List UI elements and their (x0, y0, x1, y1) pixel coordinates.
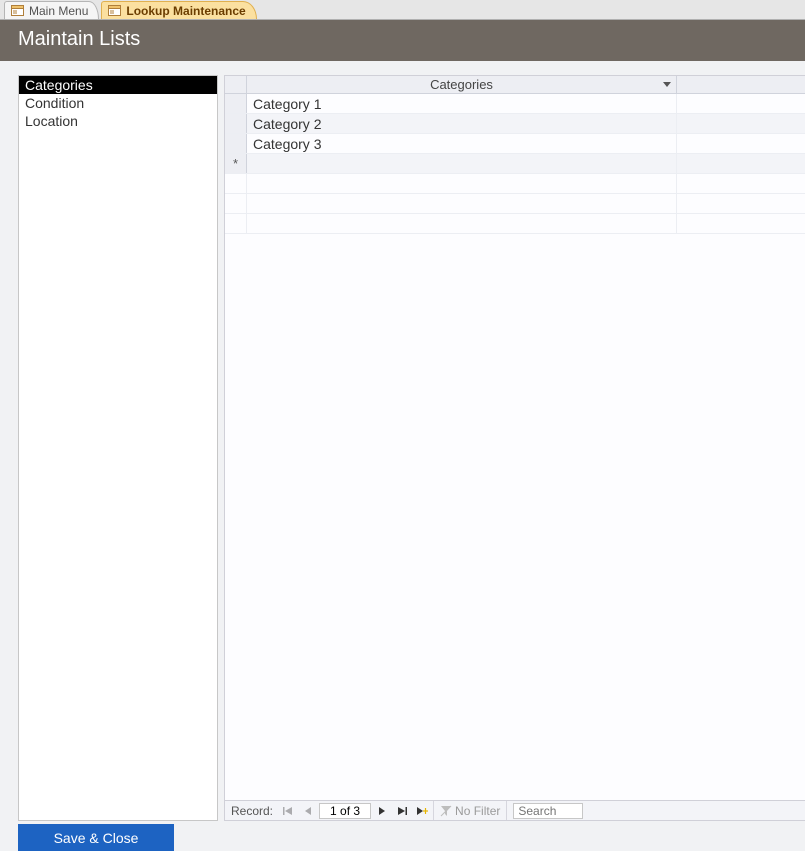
cell-category[interactable]: Category 2 (247, 114, 677, 133)
table-row[interactable]: Category 3 (225, 134, 805, 154)
cell-category[interactable]: Category 1 (247, 94, 677, 113)
next-record-button[interactable] (373, 803, 391, 819)
new-record-row[interactable]: * (225, 154, 805, 174)
table-row[interactable]: Category 2 (225, 114, 805, 134)
first-record-button[interactable] (279, 803, 297, 819)
cell-category[interactable]: Category 3 (247, 134, 677, 153)
new-record-marker[interactable]: * (225, 154, 247, 173)
tab-strip: Main Menu Lookup Maintenance (0, 0, 805, 20)
sidebar-item-label: Location (25, 113, 78, 129)
cell-category[interactable] (247, 154, 677, 173)
empty-row (225, 174, 805, 194)
search-input[interactable] (513, 803, 583, 819)
list-selector: Categories Condition Location (18, 75, 218, 821)
datasheet: Categories Category 1 (224, 75, 805, 801)
filter-icon (440, 805, 452, 817)
tab-main-menu[interactable]: Main Menu (4, 1, 99, 19)
column-header-blank (677, 76, 805, 93)
sidebar-item-label: Categories (25, 77, 93, 93)
record-position-input[interactable] (319, 803, 371, 819)
datasheet-header: Categories (225, 76, 805, 94)
cell-blank (677, 114, 805, 133)
row-selector[interactable] (225, 134, 247, 153)
datasheet-body: Category 1 Category 2 Category 3 (225, 94, 805, 800)
form-icon (108, 5, 121, 16)
datasheet-container: Categories Category 1 (224, 75, 805, 821)
column-dropdown-icon[interactable] (662, 80, 672, 90)
column-header-label: Categories (430, 77, 493, 92)
row-selector[interactable] (225, 114, 247, 133)
empty-row (225, 214, 805, 234)
page-title: Maintain Lists (0, 20, 805, 61)
prev-record-button[interactable] (299, 803, 317, 819)
record-label: Record: (229, 804, 277, 818)
cell-blank (677, 134, 805, 153)
sidebar-item-label: Condition (25, 95, 84, 111)
column-header-categories[interactable]: Categories (247, 76, 677, 93)
select-all-rows[interactable] (225, 76, 247, 93)
last-record-button[interactable] (393, 803, 411, 819)
cell-blank (677, 94, 805, 113)
save-close-button[interactable]: Save & Close (18, 824, 174, 851)
sidebar-item-categories[interactable]: Categories (19, 76, 217, 94)
tab-label: Lookup Maintenance (126, 4, 245, 18)
table-row[interactable]: Category 1 (225, 94, 805, 114)
new-record-button[interactable] (413, 803, 431, 819)
tab-lookup-maintenance[interactable]: Lookup Maintenance (101, 1, 256, 19)
filter-label: No Filter (455, 804, 500, 818)
record-navigator: Record: No Filte (224, 801, 805, 821)
form-icon (11, 5, 24, 16)
content-area: Categories Condition Location Categories (0, 61, 805, 851)
sidebar-item-condition[interactable]: Condition (19, 94, 217, 112)
empty-row (225, 194, 805, 214)
cell-blank (677, 154, 805, 173)
row-selector[interactable] (225, 94, 247, 113)
sidebar-item-location[interactable]: Location (19, 112, 217, 130)
filter-indicator[interactable]: No Filter (433, 801, 507, 820)
tab-label: Main Menu (29, 4, 88, 18)
